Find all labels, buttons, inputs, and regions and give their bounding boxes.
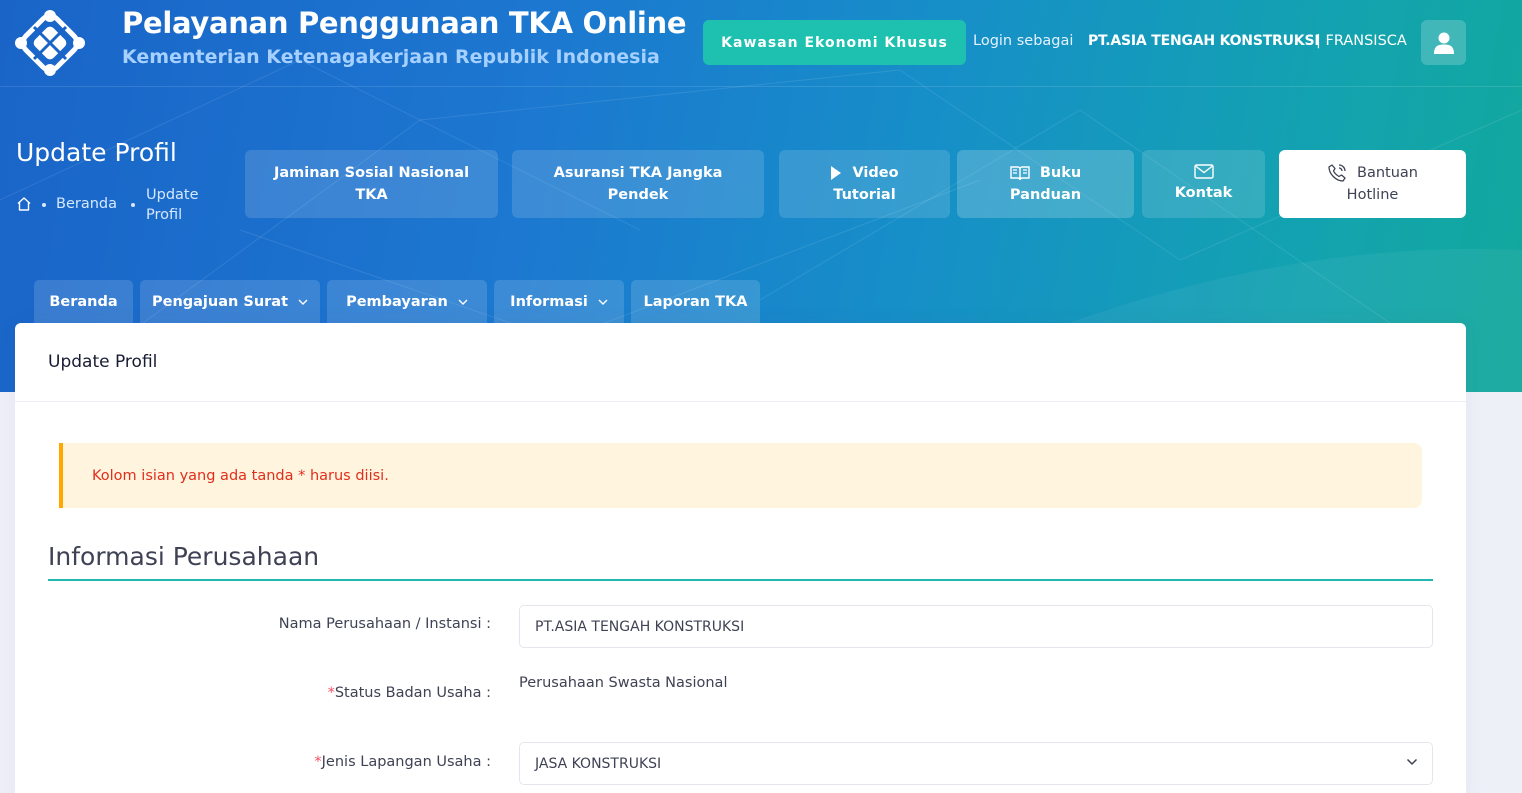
kontak-label: Kontak	[1174, 185, 1233, 201]
asuransi-tka-label: Asuransi TKA Jangka Pendek	[553, 165, 723, 203]
company-name-label: Nama Perusahaan / Instansi :	[279, 616, 491, 632]
buku-panduan-button[interactable]: Buku Panduan	[957, 150, 1134, 218]
user-icon	[1433, 32, 1454, 54]
business-status-value: Perusahaan Swasta Nasional	[519, 675, 728, 691]
breadcrumb-separator	[42, 203, 46, 207]
chevron-down-icon	[1406, 758, 1418, 766]
page-title: Update Profil	[16, 138, 177, 167]
book-icon	[1010, 166, 1030, 181]
required-star: *	[314, 754, 322, 770]
bantuan-hotline-label-top: Bantuan	[1357, 165, 1418, 181]
company-name-input[interactable]: PT.ASIA TENGAH KONSTRUKSI	[519, 605, 1433, 648]
mail-icon	[1193, 164, 1214, 179]
video-tutorial-label-top: Video	[852, 165, 899, 181]
video-tutorial-label-bottom: Tutorial	[833, 187, 896, 203]
chevron-down-icon	[458, 299, 468, 305]
nav-tab-label: Pengajuan Surat	[151, 294, 289, 310]
login-label: Login sebagai	[973, 33, 1074, 49]
nav-tab-informasi[interactable]: Informasi	[494, 280, 624, 324]
nav-tab-label: Laporan TKA	[643, 294, 748, 310]
business-field-value: JASA KONSTRUKSI	[535, 755, 662, 772]
business-field-select[interactable]: JASA KONSTRUKSI	[519, 742, 1433, 785]
company-name-value: PT.ASIA TENGAH KONSTRUKSI	[535, 618, 745, 635]
chevron-down-icon	[298, 299, 308, 305]
home-icon[interactable]	[16, 196, 32, 212]
card-title: Update Profil	[15, 323, 1466, 402]
business-field-label: *Jenis Lapangan Usaha :	[314, 754, 491, 770]
top-bar: Pelayanan Penggunaan TKA Online Kementer…	[0, 0, 1522, 87]
nav-tab-pengajuan-surat[interactable]: Pengajuan Surat	[140, 280, 320, 324]
nav-tab-label: Beranda	[49, 294, 118, 310]
nav-tab-beranda[interactable]: Beranda	[34, 280, 133, 324]
company-name-label-text: Nama Perusahaan / Instansi :	[278, 616, 491, 632]
required-fields-alert: Kolom isian yang ada tanda * harus diisi…	[59, 443, 1422, 508]
kontak-button[interactable]: Kontak	[1142, 150, 1265, 218]
avatar-button[interactable]	[1421, 20, 1466, 65]
kawasan-ekonomi-khusus-button[interactable]: Kawasan Ekonomi Khusus	[703, 20, 966, 65]
buku-panduan-label-bottom: Panduan	[1009, 187, 1082, 203]
business-field-label-text: Jenis Lapangan Usaha :	[321, 754, 491, 770]
app-subtitle: Kementerian Ketenagakerjaan Republik Ind…	[122, 46, 660, 68]
buku-panduan-label-top: Buku	[1039, 165, 1082, 181]
chevron-down-icon	[598, 299, 608, 305]
video-tutorial-button[interactable]: Video Tutorial	[779, 150, 950, 218]
nav-tab-laporan-tka[interactable]: Laporan TKA	[631, 280, 760, 324]
breadcrumb-beranda[interactable]: Beranda	[56, 196, 117, 212]
required-star: *	[327, 685, 335, 701]
jaminan-sosial-label: Jaminan Sosial Nasional TKA	[273, 165, 470, 203]
nav-tab-label: Pembayaran	[346, 294, 448, 310]
app-title: Pelayanan Penggunaan TKA Online	[122, 6, 687, 40]
phone-icon	[1328, 164, 1346, 182]
business-status-label-text: Status Badan Usaha :	[334, 685, 491, 701]
breadcrumb-current: Update Profil	[146, 187, 199, 223]
update-profile-card: Update Profil Kolom isian yang ada tanda…	[15, 323, 1466, 793]
login-company: PT.ASIA TENGAH KONSTRUKSI	[1088, 33, 1320, 49]
breadcrumb-separator	[131, 203, 135, 207]
play-icon	[831, 166, 842, 180]
bantuan-hotline-label-bottom: Hotline	[1346, 187, 1399, 203]
asuransi-tka-button[interactable]: Asuransi TKA Jangka Pendek	[512, 150, 764, 218]
kemnaker-logo	[15, 10, 85, 76]
bantuan-hotline-button[interactable]: Bantuan Hotline	[1279, 150, 1466, 218]
jaminan-sosial-button[interactable]: Jaminan Sosial Nasional TKA	[245, 150, 498, 218]
login-user[interactable]: | FRANSISCA	[1316, 33, 1407, 49]
nav-tab-pembayaran[interactable]: Pembayaran	[327, 280, 487, 324]
section-title: Informasi Perusahaan	[48, 542, 320, 571]
business-status-label: *Status Badan Usaha :	[328, 685, 491, 701]
section-divider	[48, 579, 1433, 581]
nav-tab-label: Informasi	[510, 294, 588, 310]
